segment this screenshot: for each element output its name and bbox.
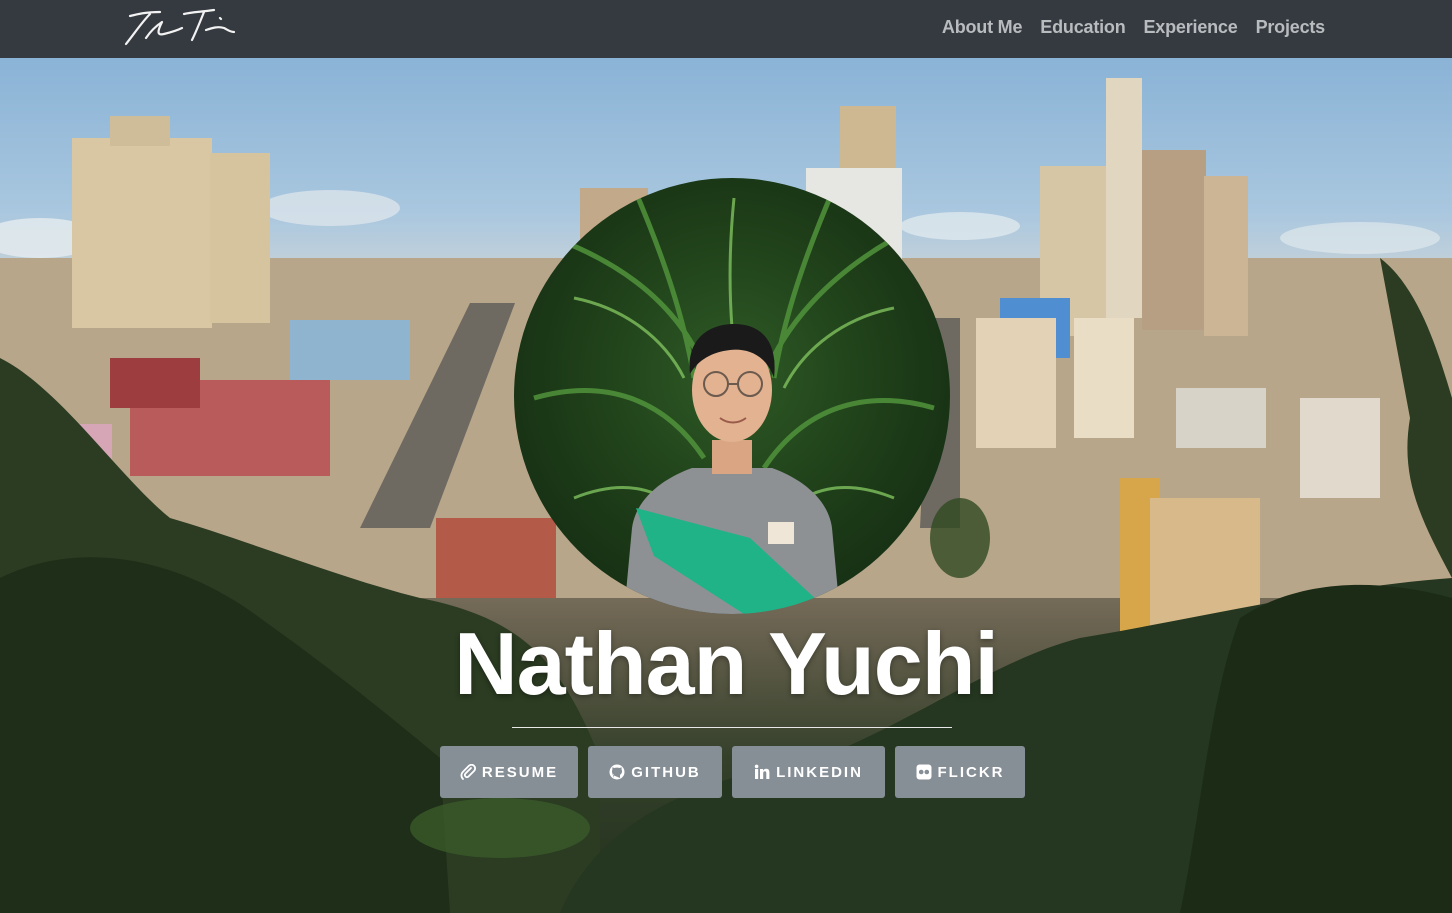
flickr-button[interactable]: FLICKR — [895, 746, 1025, 798]
navbar: About Me Education Experience Projects — [0, 0, 1452, 58]
linkedin-button-label: LINKEDIN — [776, 763, 863, 781]
signature-logo[interactable] — [120, 4, 238, 52]
linkedin-icon — [754, 764, 770, 780]
paperclip-icon — [460, 764, 476, 780]
nav-link-experience[interactable]: Experience — [1135, 15, 1247, 39]
social-buttons: RESUME GITHUB LINKEDIN FLICKR — [440, 746, 1035, 798]
hero-title: Nathan Yuchi — [454, 614, 999, 713]
resume-button[interactable]: RESUME — [440, 746, 578, 798]
hero-section: Nathan Yuchi RESUME GITHUB LINKEDIN FLIC… — [0, 58, 1452, 913]
resume-button-label: RESUME — [481, 763, 559, 781]
flickr-button-label: FLICKR — [937, 763, 1005, 781]
nav-links: About Me Education Experience Projects — [933, 15, 1334, 39]
title-divider — [512, 727, 952, 728]
nav-link-projects[interactable]: Projects — [1247, 15, 1334, 39]
linkedin-button[interactable]: LINKEDIN — [732, 746, 885, 798]
github-button[interactable]: GITHUB — [588, 746, 722, 798]
profile-photo — [514, 178, 950, 614]
nav-link-education[interactable]: Education — [1031, 15, 1134, 39]
fern-portrait-illustration — [533, 187, 935, 614]
github-icon — [609, 764, 625, 780]
flickr-icon — [916, 764, 932, 780]
nav-link-about-me[interactable]: About Me — [933, 15, 1031, 39]
github-button-label: GITHUB — [631, 763, 701, 781]
